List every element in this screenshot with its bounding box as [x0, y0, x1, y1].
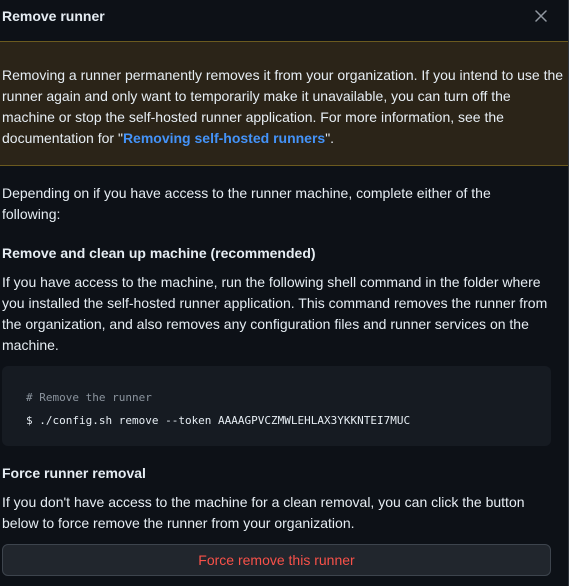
- remove-section-description: If you have access to the machine, run t…: [2, 274, 548, 353]
- code-comment: # Remove the runner: [26, 391, 152, 404]
- force-section-description: If you don't have access to the machine …: [2, 494, 525, 531]
- close-icon: [535, 9, 547, 22]
- removing-runners-link[interactable]: Removing self-hosted runners: [123, 130, 325, 146]
- dialog-title: Remove runner: [2, 7, 105, 24]
- remove-command-codeblock[interactable]: # Remove the runner $ ./config.sh remove…: [2, 366, 551, 446]
- dialog-header: Remove runner: [0, 0, 568, 41]
- force-section-heading: Force runner removal: [2, 465, 146, 481]
- warning-banner: Removing a runner permanently removes it…: [0, 41, 568, 166]
- close-button[interactable]: [527, 2, 555, 30]
- warning-text-end: ".: [325, 130, 335, 146]
- intro-text: Depending on if you have access to the r…: [2, 185, 491, 222]
- remove-section-heading: Remove and clean up machine (recommended…: [2, 245, 316, 261]
- force-remove-button[interactable]: Force remove this runner: [2, 544, 551, 576]
- remove-runner-dialog: Remove runner Removing a runner permanen…: [0, 0, 569, 586]
- code-command: $ ./config.sh remove --token AAAAGPVCZMW…: [26, 414, 411, 427]
